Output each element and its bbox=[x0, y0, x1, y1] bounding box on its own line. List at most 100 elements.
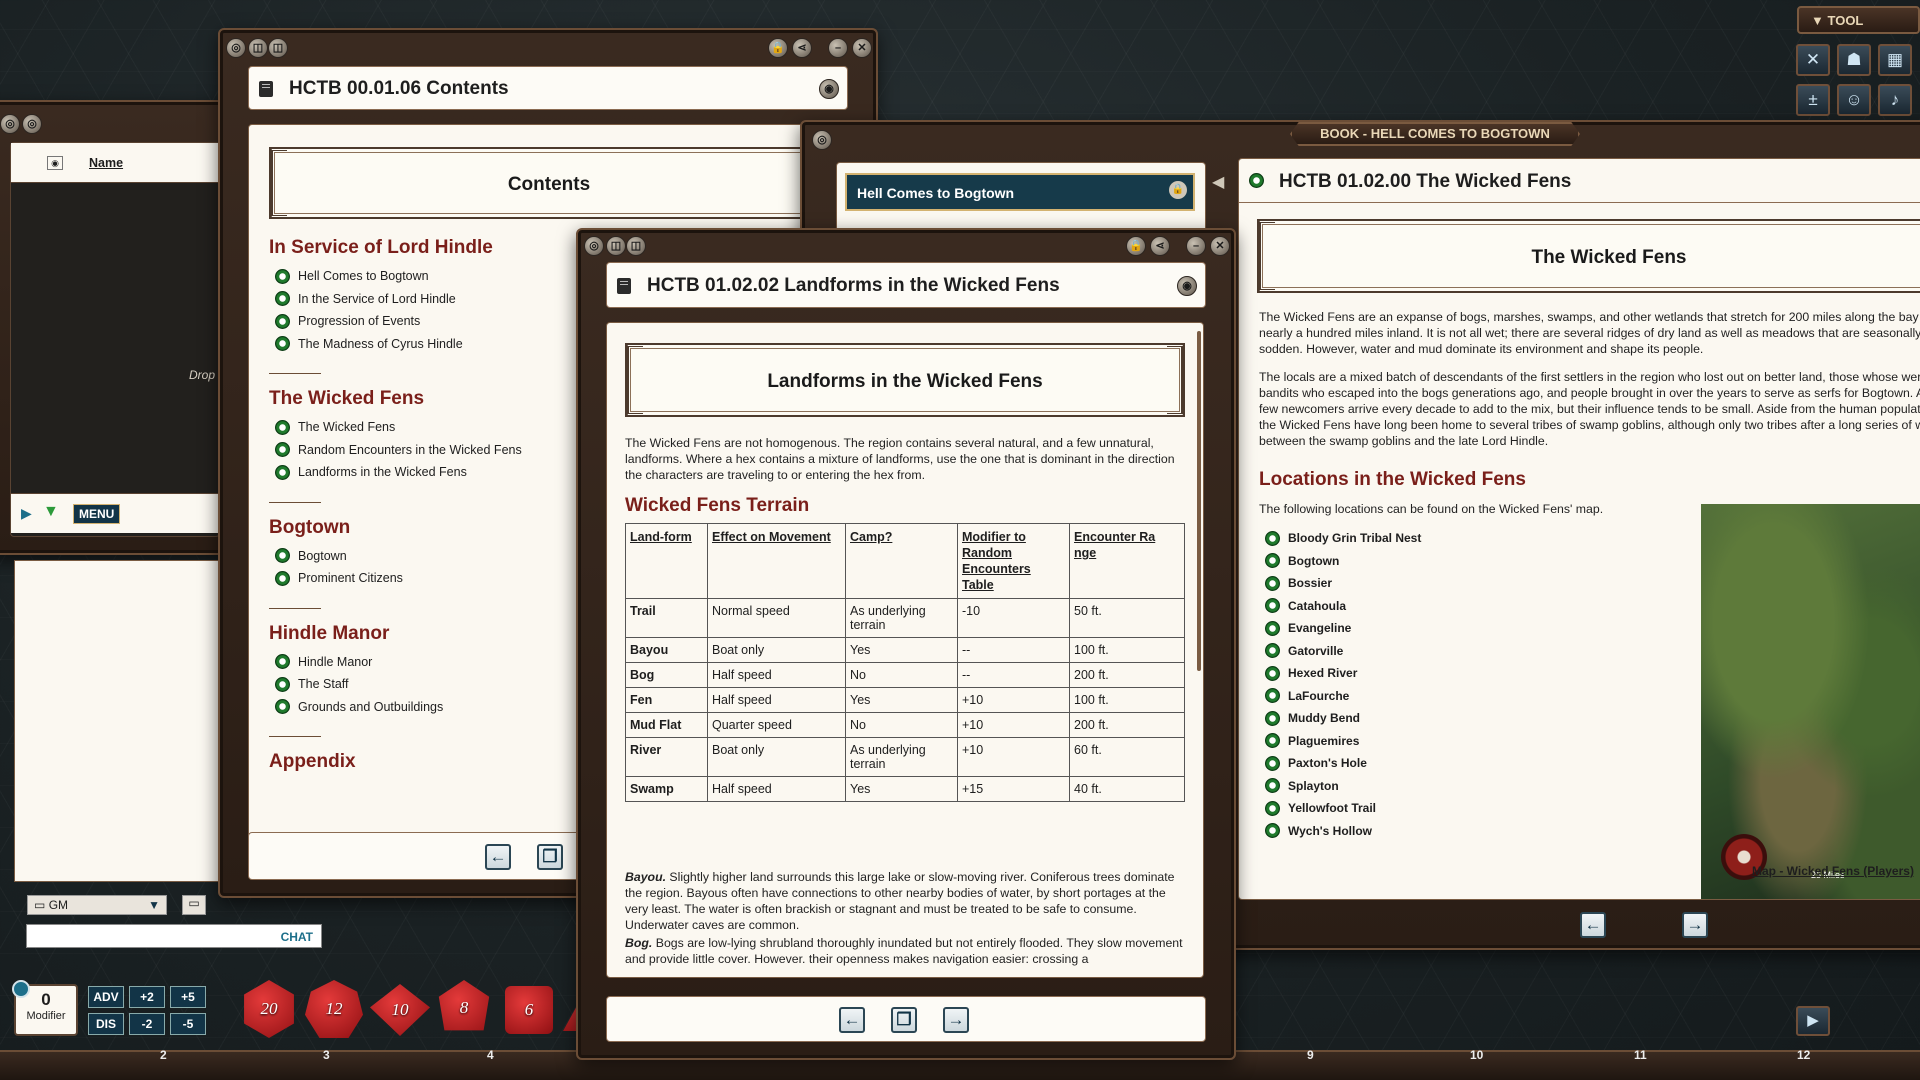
map-thumbnail[interactable]: 25 Miles bbox=[1701, 504, 1920, 899]
link-icon[interactable]: ◉ bbox=[819, 79, 839, 99]
location-link[interactable]: Bloody Grin Tribal Nest bbox=[1265, 527, 1421, 550]
chat-mode-icon[interactable]: ▭ bbox=[182, 895, 206, 915]
contents-link[interactable]: Random Encounters in the Wicked Fens bbox=[275, 439, 539, 462]
effects-icon[interactable]: ☺ bbox=[1837, 84, 1871, 116]
mod-button-minus2[interactable]: -2 bbox=[129, 1013, 165, 1035]
next-page-button[interactable]: → bbox=[943, 1007, 969, 1033]
mod-button-plus2[interactable]: +2 bbox=[129, 986, 165, 1008]
contents-link[interactable]: Grounds and Outbuildings bbox=[275, 696, 539, 719]
menu-button[interactable]: MENU bbox=[73, 504, 121, 524]
location-link[interactable]: Splayton bbox=[1265, 775, 1421, 798]
hotkey-number[interactable]: 4 bbox=[487, 1048, 494, 1062]
hotkey-number[interactable]: 10 bbox=[1470, 1048, 1483, 1062]
filter-icon[interactable]: ▼ bbox=[43, 503, 59, 521]
play-icon[interactable]: ▶ bbox=[21, 505, 32, 522]
table-cell: As underlying terrain bbox=[845, 598, 958, 638]
d6-die[interactable]: 6 bbox=[505, 986, 553, 1034]
link-label: Bogtown bbox=[298, 548, 347, 563]
copy-button[interactable]: ❐ bbox=[537, 844, 563, 870]
location-link[interactable]: Wych's Hollow bbox=[1265, 820, 1421, 843]
chat-target-select[interactable]: ▭ GM ▼ bbox=[27, 895, 167, 915]
close-icon[interactable]: ✕ bbox=[1210, 236, 1230, 256]
party-sheet-icon[interactable]: ☗ bbox=[1837, 44, 1871, 76]
hotkey-number[interactable]: 11 bbox=[1634, 1048, 1647, 1062]
table-cell: 50 ft. bbox=[1069, 598, 1185, 638]
minimize-icon[interactable]: – bbox=[828, 38, 848, 58]
lock-icon[interactable]: 🔒 bbox=[1169, 181, 1187, 199]
contents-link[interactable]: Landforms in the Wicked Fens bbox=[275, 461, 539, 484]
hotkey-number[interactable]: 12 bbox=[1797, 1048, 1810, 1062]
location-link[interactable]: Yellowfoot Trail bbox=[1265, 797, 1421, 820]
minimize-icon[interactable]: – bbox=[1186, 236, 1206, 256]
mod-button-minus5[interactable]: -5 bbox=[170, 1013, 206, 1035]
chapter-item[interactable]: Hell Comes to Bogtown 🔒 bbox=[845, 173, 1195, 211]
modifier-settings-icon[interactable] bbox=[12, 980, 30, 998]
contents-link[interactable]: Prominent Citizens bbox=[275, 567, 539, 590]
location-link[interactable]: Gatorville bbox=[1265, 640, 1421, 663]
chat-input[interactable]: CHAT bbox=[26, 924, 322, 948]
combat-tracker-icon[interactable]: ✕ bbox=[1796, 44, 1830, 76]
back-button[interactable]: ← bbox=[485, 844, 511, 870]
link-icon bbox=[275, 548, 290, 564]
link-label: Landforms in the Wicked Fens bbox=[298, 465, 467, 480]
contents-link[interactable]: The Staff bbox=[275, 673, 539, 696]
link-label: In the Service of Lord Hindle bbox=[298, 291, 456, 306]
close-icon[interactable]: ✕ bbox=[852, 38, 872, 58]
sound-icon[interactable]: ♪ bbox=[1878, 84, 1912, 116]
visibility-icon[interactable]: ◉ bbox=[47, 156, 63, 170]
chat-send-button[interactable]: CHAT bbox=[281, 930, 313, 944]
window-icon-3[interactable]: ◫ bbox=[626, 236, 646, 256]
mod-button-adv[interactable]: ADV bbox=[88, 986, 124, 1008]
location-link[interactable]: Bogtown bbox=[1265, 550, 1421, 573]
divider bbox=[269, 607, 321, 609]
tool-menu-label: TOOL bbox=[1827, 13, 1864, 28]
contents-link[interactable]: Hindle Manor bbox=[275, 651, 539, 674]
location-link[interactable]: LaFourche bbox=[1265, 685, 1421, 708]
table-cell: Boat only bbox=[707, 737, 846, 777]
collapse-arrow-icon[interactable]: ◀ bbox=[1212, 172, 1224, 192]
mod-button-dis[interactable]: DIS bbox=[88, 1013, 124, 1035]
previous-page-button[interactable]: ← bbox=[1580, 912, 1606, 938]
hotkey-number[interactable]: 9 bbox=[1307, 1048, 1314, 1062]
window-icon[interactable]: ◎ bbox=[812, 130, 832, 150]
hotkey-number[interactable]: 3 bbox=[323, 1048, 330, 1062]
hotkey-number[interactable]: 2 bbox=[160, 1048, 167, 1062]
contents-link[interactable]: In the Service of Lord Hindle bbox=[275, 288, 539, 311]
modifiers-icon[interactable]: ± bbox=[1796, 84, 1830, 116]
lock-icon[interactable]: 🔒 bbox=[1126, 236, 1146, 256]
mod-button-plus5[interactable]: +5 bbox=[170, 986, 206, 1008]
contents-link[interactable]: The Madness of Cyrus Hindle bbox=[275, 333, 539, 356]
window-icon-2[interactable]: ◎ bbox=[22, 114, 42, 134]
previous-page-button[interactable]: ← bbox=[839, 1007, 865, 1033]
lock-icon[interactable]: 🔒 bbox=[768, 38, 788, 58]
window-icon-2[interactable]: ◫ bbox=[248, 38, 268, 58]
share-icon[interactable]: ⋖ bbox=[1150, 236, 1170, 256]
window-icon-3[interactable]: ◫ bbox=[268, 38, 288, 58]
contents-link[interactable]: Bogtown bbox=[275, 545, 539, 568]
location-link[interactable]: Evangeline bbox=[1265, 617, 1421, 640]
tool-menu[interactable]: ▼ TOOL bbox=[1797, 6, 1920, 34]
location-link[interactable]: Muddy Bend bbox=[1265, 707, 1421, 730]
link-icon[interactable]: ◉ bbox=[1177, 276, 1197, 296]
share-icon[interactable]: ⋖ bbox=[792, 38, 812, 58]
calendar-icon[interactable]: ▦ bbox=[1878, 44, 1912, 76]
window-icon[interactable]: ◎ bbox=[0, 114, 20, 134]
contents-link[interactable]: Progression of Events bbox=[275, 310, 539, 333]
book-page: HCTB 01.02.00 The Wicked Fens The Wicked… bbox=[1238, 158, 1920, 900]
location-link[interactable]: Hexed River bbox=[1265, 662, 1421, 685]
contents-link[interactable]: Hell Comes to Bogtown bbox=[275, 265, 539, 288]
window-icon-2[interactable]: ◫ bbox=[606, 236, 626, 256]
window-icon[interactable]: ◎ bbox=[584, 236, 604, 256]
location-link[interactable]: Plaguemires bbox=[1265, 730, 1421, 753]
location-link[interactable]: Bossier bbox=[1265, 572, 1421, 595]
map-caption-link[interactable]: Map - Wicked Fens (Players) bbox=[1752, 864, 1914, 878]
next-page-button[interactable]: → bbox=[1682, 912, 1708, 938]
location-link[interactable]: Paxton's Hole bbox=[1265, 752, 1421, 775]
location-link[interactable]: Catahoula bbox=[1265, 595, 1421, 618]
window-icon[interactable]: ◎ bbox=[226, 38, 246, 58]
next-turn-button[interactable]: ▶ bbox=[1796, 1006, 1830, 1036]
scrollbar[interactable] bbox=[1197, 331, 1201, 671]
name-column-header[interactable]: Name bbox=[89, 156, 123, 170]
copy-button[interactable]: ❐ bbox=[891, 1007, 917, 1033]
contents-link[interactable]: The Wicked Fens bbox=[275, 416, 539, 439]
